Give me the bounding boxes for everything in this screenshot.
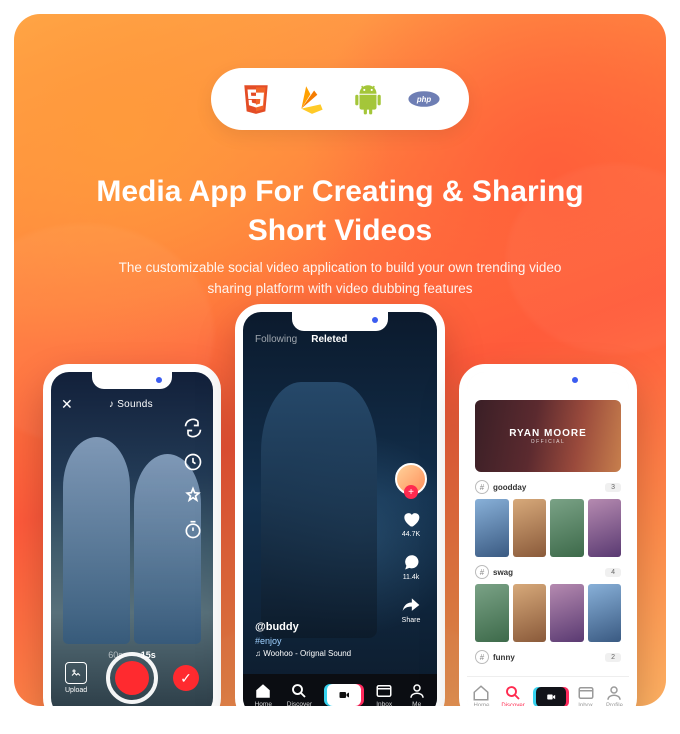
hashtag[interactable]: #enjoy	[255, 636, 351, 646]
nav-create[interactable]	[536, 687, 566, 707]
share-label: Share	[402, 617, 421, 624]
close-icon[interactable]: ✕	[61, 396, 73, 413]
hashtag-name[interactable]: swag	[493, 568, 513, 577]
hero-banner: php Media App For Creating & Sharing Sho…	[14, 14, 666, 706]
phone-notch	[292, 311, 388, 331]
creator-avatar[interactable]	[395, 463, 427, 495]
phone-feed-screen: Following Releted 44.7K 11.4k Share	[235, 304, 445, 706]
home-icon	[254, 682, 272, 700]
banner-subtitle: OFFICIAL	[531, 439, 566, 445]
camera-subjects	[63, 400, 201, 644]
video-thumb[interactable]	[550, 584, 584, 642]
hashtag-name[interactable]: goodday	[493, 483, 526, 492]
comment-icon	[401, 552, 421, 572]
search-icon	[504, 684, 522, 702]
subtitle: The customizable social video applicatio…	[14, 258, 666, 300]
timer-icon[interactable]	[183, 520, 203, 540]
nav-home[interactable]: Home	[472, 684, 490, 706]
like-button[interactable]: 44.7K	[401, 509, 421, 538]
hashtag-name[interactable]: funny	[493, 653, 515, 662]
feed-meta: @buddy #enjoy ♫ Woohoo - Orignal Sound	[255, 621, 351, 658]
hashtag-count: 4	[605, 568, 621, 577]
video-thumb[interactable]	[475, 584, 509, 642]
like-count: 44.7K	[402, 531, 420, 538]
share-button[interactable]: Share	[401, 595, 421, 624]
inbox-icon	[577, 684, 595, 702]
sounds-picker[interactable]: ♪ Sounds	[79, 399, 183, 410]
share-icon	[401, 595, 421, 615]
php-icon: php	[407, 82, 441, 116]
hashtag-row: # swag 4	[475, 565, 621, 642]
nav-inbox[interactable]: Inbox	[375, 682, 393, 706]
search-icon	[290, 682, 308, 700]
comment-count: 11.4k	[403, 574, 420, 581]
nav-me[interactable]: Me	[408, 682, 426, 706]
gallery-icon	[65, 662, 87, 684]
html5-icon	[239, 82, 273, 116]
comment-button[interactable]: 11.4k	[401, 552, 421, 581]
nav-profile[interactable]: Profile	[605, 684, 623, 706]
phone-discover-screen: RYAN MOORE OFFICIAL # goodday 3	[459, 364, 637, 706]
camera-tools	[183, 418, 203, 540]
tab-related[interactable]: Releted	[311, 334, 347, 345]
video-thumb[interactable]	[475, 499, 509, 557]
bottom-nav: Home Discover Inbox Profile	[467, 676, 629, 706]
firebase-icon	[295, 82, 329, 116]
nav-home[interactable]: Home	[254, 682, 272, 706]
upload-button[interactable]: Upload	[65, 662, 87, 694]
confirm-icon[interactable]: ✓	[173, 665, 199, 691]
hashtag-icon: #	[475, 480, 489, 494]
banner-title: RYAN MOORE	[509, 428, 587, 439]
hashtag-row: # goodday 3	[475, 480, 621, 557]
hashtag-row: # funny 2	[475, 650, 621, 664]
tech-badges: php	[211, 68, 469, 130]
nav-inbox[interactable]: Inbox	[577, 684, 595, 706]
hashtag-icon: #	[475, 565, 489, 579]
video-thumb[interactable]	[550, 499, 584, 557]
video-thumb[interactable]	[513, 584, 547, 642]
inbox-icon	[375, 682, 393, 700]
svg-text:php: php	[416, 95, 432, 104]
video-thumb[interactable]	[588, 584, 622, 642]
tab-following[interactable]: Following	[255, 334, 297, 345]
nav-create[interactable]	[327, 684, 361, 706]
flip-camera-icon[interactable]	[183, 418, 203, 438]
feed-tabs: Following Releted	[255, 334, 347, 345]
speed-icon[interactable]	[183, 452, 203, 472]
nav-discover[interactable]: Discover	[287, 682, 312, 706]
profile-icon	[605, 684, 623, 702]
feed-subject	[261, 382, 377, 638]
video-thumb[interactable]	[588, 499, 622, 557]
beauty-icon[interactable]	[183, 486, 203, 506]
sound-track[interactable]: ♫ Woohoo - Orignal Sound	[255, 649, 351, 658]
hashtag-count: 3	[605, 483, 621, 492]
phone-camera-screen: ✕ ♪ Sounds 60s 15s Upload ✓	[43, 364, 221, 706]
feed-action-rail: 44.7K 11.4k Share	[395, 463, 427, 624]
hashtag-count: 2	[605, 653, 621, 662]
phone-notch	[92, 371, 172, 389]
phone-showcase: ✕ ♪ Sounds 60s 15s Upload ✓	[14, 304, 666, 706]
featured-banner[interactable]: RYAN MOORE OFFICIAL	[475, 400, 621, 472]
headline: Media App For Creating & Sharing Short V…	[14, 172, 666, 250]
bottom-nav: Home Discover Inbox Me	[243, 674, 437, 706]
nav-discover[interactable]: Discover	[501, 684, 524, 706]
hashtag-icon: #	[475, 650, 489, 664]
phone-notch	[508, 371, 588, 389]
discover-page: RYAN MOORE OFFICIAL # goodday 3	[467, 372, 629, 706]
home-icon	[472, 684, 490, 702]
creator-handle[interactable]: @buddy	[255, 621, 351, 633]
record-button[interactable]	[106, 652, 158, 704]
profile-icon	[408, 682, 426, 700]
upload-label: Upload	[65, 687, 87, 694]
video-thumb[interactable]	[513, 499, 547, 557]
android-icon	[351, 82, 385, 116]
heart-icon	[401, 509, 421, 529]
